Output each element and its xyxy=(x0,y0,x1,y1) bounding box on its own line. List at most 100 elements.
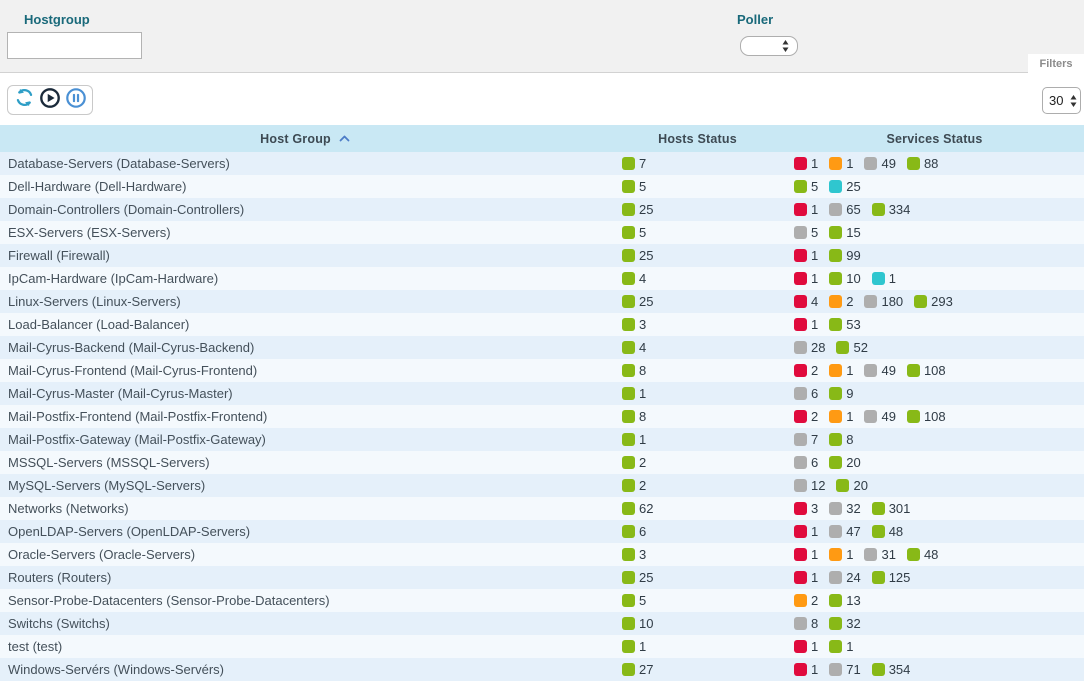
host-group-name[interactable]: Windows-Servérs (Windows-Servérs) xyxy=(0,658,610,681)
status-badge-ok[interactable]: 301 xyxy=(872,501,911,516)
status-badge-ok[interactable]: 25 xyxy=(622,248,653,263)
status-badge-ok[interactable]: 2 xyxy=(622,478,646,493)
status-badge-warning[interactable]: 1 xyxy=(829,547,853,562)
status-badge-ok[interactable]: 1 xyxy=(829,639,853,654)
status-badge-ok[interactable]: 10 xyxy=(829,271,860,286)
status-badge-unknown[interactable]: 65 xyxy=(829,202,860,217)
status-badge-warning[interactable]: 1 xyxy=(829,363,853,378)
status-badge-ok[interactable]: 8 xyxy=(829,432,853,447)
status-badge-ok[interactable]: 5 xyxy=(622,225,646,240)
status-badge-ok[interactable]: 88 xyxy=(907,156,938,171)
status-badge-ok[interactable]: 354 xyxy=(872,662,911,677)
host-group-name[interactable]: Load-Balancer (Load-Balancer) xyxy=(0,313,610,336)
status-badge-ok[interactable]: 293 xyxy=(914,294,953,309)
table-row[interactable]: Switchs (Switchs)10832 xyxy=(0,612,1084,635)
status-badge-unknown[interactable]: 47 xyxy=(829,524,860,539)
table-row[interactable]: Database-Servers (Database-Servers)71149… xyxy=(0,152,1084,175)
filters-tab[interactable]: Filters xyxy=(1028,54,1084,73)
status-badge-ok[interactable]: 25 xyxy=(622,202,653,217)
status-badge-ok[interactable]: 8 xyxy=(622,363,646,378)
table-row[interactable]: Firewall (Firewall)25199 xyxy=(0,244,1084,267)
host-group-name[interactable]: Oracle-Servers (Oracle-Servers) xyxy=(0,543,610,566)
host-group-name[interactable]: Dell-Hardware (Dell-Hardware) xyxy=(0,175,610,198)
status-badge-pending[interactable]: 25 xyxy=(829,179,860,194)
status-badge-unknown[interactable]: 12 xyxy=(794,478,825,493)
status-badge-ok[interactable]: 4 xyxy=(622,340,646,355)
table-row[interactable]: Sensor-Probe-Datacenters (Sensor-Probe-D… xyxy=(0,589,1084,612)
status-badge-unknown[interactable]: 180 xyxy=(864,294,903,309)
status-badge-ok[interactable]: 48 xyxy=(872,524,903,539)
status-badge-ok[interactable]: 99 xyxy=(829,248,860,263)
status-badge-ok[interactable]: 25 xyxy=(622,570,653,585)
host-group-name[interactable]: Switchs (Switchs) xyxy=(0,612,610,635)
status-badge-unknown[interactable]: 28 xyxy=(794,340,825,355)
status-badge-ok[interactable]: 5 xyxy=(622,179,646,194)
status-badge-ok[interactable]: 8 xyxy=(622,409,646,424)
status-badge-critical[interactable]: 3 xyxy=(794,501,818,516)
status-badge-ok[interactable]: 3 xyxy=(622,547,646,562)
table-row[interactable]: Linux-Servers (Linux-Servers)2542180293 xyxy=(0,290,1084,313)
table-row[interactable]: MySQL-Servers (MySQL-Servers) 2 12 20 xyxy=(0,474,1084,497)
host-group-name[interactable]: MySQL-Servers (MySQL-Servers) xyxy=(0,474,610,497)
status-badge-unknown[interactable]: 8 xyxy=(794,616,818,631)
status-badge-ok[interactable]: 5 xyxy=(622,593,646,608)
status-badge-critical[interactable]: 4 xyxy=(794,294,818,309)
status-badge-ok[interactable]: 53 xyxy=(829,317,860,332)
host-group-name[interactable]: Domain-Controllers (Domain-Controllers) xyxy=(0,198,610,221)
pause-button[interactable] xyxy=(64,88,88,112)
host-group-name[interactable]: Mail-Postfix-Frontend (Mail-Postfix-Fron… xyxy=(0,405,610,428)
host-group-name[interactable]: ESX-Servers (ESX-Servers) xyxy=(0,221,610,244)
status-badge-ok[interactable]: 6 xyxy=(622,524,646,539)
status-badge-pending[interactable]: 1 xyxy=(872,271,896,286)
host-group-name[interactable]: Routers (Routers) xyxy=(0,566,610,589)
table-row[interactable]: Mail-Cyrus-Frontend (Mail-Cyrus-Frontend… xyxy=(0,359,1084,382)
table-row[interactable]: Networks (Networks)62332301 xyxy=(0,497,1084,520)
column-header-host-group[interactable]: Host Group xyxy=(0,125,610,152)
host-group-name[interactable]: test (test) xyxy=(0,635,610,658)
status-badge-unknown[interactable]: 31 xyxy=(864,547,895,562)
host-group-name[interactable]: Sensor-Probe-Datacenters (Sensor-Probe-D… xyxy=(0,589,610,612)
status-badge-ok[interactable]: 15 xyxy=(829,225,860,240)
status-badge-ok[interactable]: 1 xyxy=(622,639,646,654)
status-badge-ok[interactable]: 10 xyxy=(622,616,653,631)
host-group-name[interactable]: Mail-Postfix-Gateway (Mail-Postfix-Gatew… xyxy=(0,428,610,451)
column-header-hosts-status[interactable]: Hosts Status xyxy=(610,125,785,152)
table-row[interactable]: ESX-Servers (ESX-Servers)5515 xyxy=(0,221,1084,244)
host-group-name[interactable]: Mail-Cyrus-Backend (Mail-Cyrus-Backend) xyxy=(0,336,610,359)
play-button[interactable] xyxy=(38,88,62,112)
table-row[interactable]: test (test)111 xyxy=(0,635,1084,658)
refresh-button[interactable] xyxy=(12,88,36,112)
table-row[interactable]: Mail-Cyrus-Backend (Mail-Cyrus-Backend) 4… xyxy=(0,336,1084,359)
status-badge-critical[interactable]: 1 xyxy=(794,156,818,171)
status-badge-ok[interactable]: 20 xyxy=(829,455,860,470)
table-row[interactable]: Oracle-Servers (Oracle-Servers)3113148 xyxy=(0,543,1084,566)
host-group-name[interactable]: Networks (Networks) xyxy=(0,497,610,520)
status-badge-ok[interactable]: 48 xyxy=(907,547,938,562)
status-badge-ok[interactable]: 2 xyxy=(622,455,646,470)
status-badge-ok[interactable]: 125 xyxy=(872,570,911,585)
status-badge-critical[interactable]: 1 xyxy=(794,547,818,562)
table-row[interactable]: Mail-Cyrus-Master (Mail-Cyrus-Master)169 xyxy=(0,382,1084,405)
status-badge-unknown[interactable]: 6 xyxy=(794,455,818,470)
status-badge-critical[interactable]: 1 xyxy=(794,202,818,217)
table-row[interactable]: Load-Balancer (Load-Balancer)3153 xyxy=(0,313,1084,336)
status-badge-ok[interactable]: 13 xyxy=(829,593,860,608)
status-badge-critical[interactable]: 2 xyxy=(794,409,818,424)
status-badge-ok[interactable]: 334 xyxy=(872,202,911,217)
host-group-name[interactable]: Mail-Cyrus-Master (Mail-Cyrus-Master) xyxy=(0,382,610,405)
status-badge-ok[interactable]: 20 xyxy=(836,478,867,493)
status-badge-unknown[interactable]: 71 xyxy=(829,662,860,677)
poller-select[interactable] xyxy=(740,36,798,56)
status-badge-unknown[interactable]: 32 xyxy=(829,501,860,516)
status-badge-ok[interactable]: 7 xyxy=(622,156,646,171)
status-badge-ok[interactable]: 52 xyxy=(836,340,867,355)
status-badge-ok[interactable]: 108 xyxy=(907,409,946,424)
status-badge-critical[interactable]: 1 xyxy=(794,662,818,677)
status-badge-critical[interactable]: 1 xyxy=(794,524,818,539)
host-group-name[interactable]: Linux-Servers (Linux-Servers) xyxy=(0,290,610,313)
status-badge-unknown[interactable]: 6 xyxy=(794,386,818,401)
table-row[interactable]: OpenLDAP-Servers (OpenLDAP-Servers)61474… xyxy=(0,520,1084,543)
status-badge-unknown[interactable]: 49 xyxy=(864,156,895,171)
status-badge-ok[interactable]: 4 xyxy=(622,271,646,286)
table-row[interactable]: Mail-Postfix-Gateway (Mail-Postfix-Gatew… xyxy=(0,428,1084,451)
